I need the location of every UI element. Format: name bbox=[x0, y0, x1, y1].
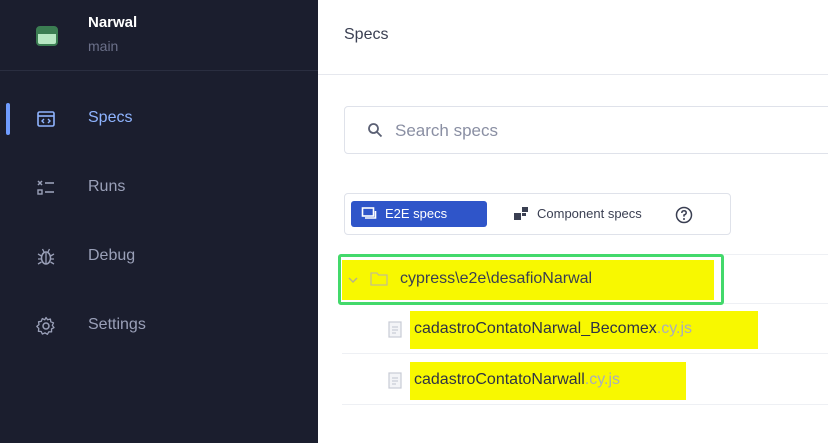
file-icon bbox=[388, 372, 402, 389]
spec-file-row[interactable]: cadastroContatoNarwal_Becomex.cy.js bbox=[342, 305, 828, 354]
spec-type-toggle: E2E specs Component specs bbox=[344, 193, 731, 235]
sidebar-item-specs[interactable]: Specs bbox=[0, 99, 318, 139]
spec-folder-row[interactable]: cypress\e2e\desafioNarwal bbox=[338, 254, 828, 305]
project-branch: main bbox=[88, 38, 119, 54]
spec-file-name: cadastroContatoNarwal_Becomex.cy.js bbox=[414, 320, 692, 338]
sidebar-item-label: Debug bbox=[88, 247, 136, 264]
sidebar-item-label: Settings bbox=[88, 316, 146, 333]
e2e-icon bbox=[361, 207, 377, 219]
component-icon bbox=[514, 207, 528, 220]
sidebar-item-runs[interactable]: Runs bbox=[0, 168, 318, 208]
sidebar-item-label: Runs bbox=[88, 178, 126, 195]
project-name: Narwal bbox=[88, 14, 138, 31]
runs-icon bbox=[37, 180, 54, 195]
search-icon bbox=[368, 123, 383, 138]
spec-file-extension: .cy.js bbox=[584, 371, 621, 388]
file-icon bbox=[388, 321, 402, 338]
top-bar: Specs bbox=[318, 0, 828, 75]
specs-icon bbox=[37, 111, 55, 127]
search-box[interactable] bbox=[344, 106, 828, 154]
e2e-specs-label: E2E specs bbox=[385, 206, 448, 221]
spec-file-name: cadastroContatoNarwall.cy.js bbox=[414, 371, 620, 389]
e2e-specs-button[interactable]: E2E specs bbox=[351, 201, 487, 227]
project-switcher[interactable]: Narwal main bbox=[0, 0, 318, 71]
component-specs-label: Component specs bbox=[537, 206, 642, 221]
sidebar-item-debug[interactable]: Debug bbox=[0, 237, 318, 277]
spec-file-basename: cadastroContatoNarwall bbox=[414, 371, 585, 388]
spec-file-basename: cadastroContatoNarwal_Becomex bbox=[414, 320, 657, 337]
search-input[interactable] bbox=[393, 117, 797, 145]
bug-icon bbox=[37, 248, 55, 265]
focus-outline bbox=[338, 254, 724, 305]
project-logo-icon bbox=[36, 26, 58, 46]
main-panel: Specs E2E specs Component specs bbox=[318, 0, 828, 443]
spec-file-extension: .cy.js bbox=[656, 320, 693, 337]
sidebar-item-settings[interactable]: Settings bbox=[0, 306, 318, 346]
sidebar: Narwal main Specs Runs Debug Settings bbox=[0, 0, 318, 443]
gear-icon bbox=[36, 316, 55, 335]
help-icon[interactable] bbox=[675, 206, 693, 224]
sidebar-item-label: Specs bbox=[88, 109, 133, 126]
active-indicator bbox=[6, 103, 10, 135]
spec-file-row[interactable]: cadastroContatoNarwall.cy.js bbox=[342, 356, 828, 405]
page-title: Specs bbox=[344, 26, 389, 43]
